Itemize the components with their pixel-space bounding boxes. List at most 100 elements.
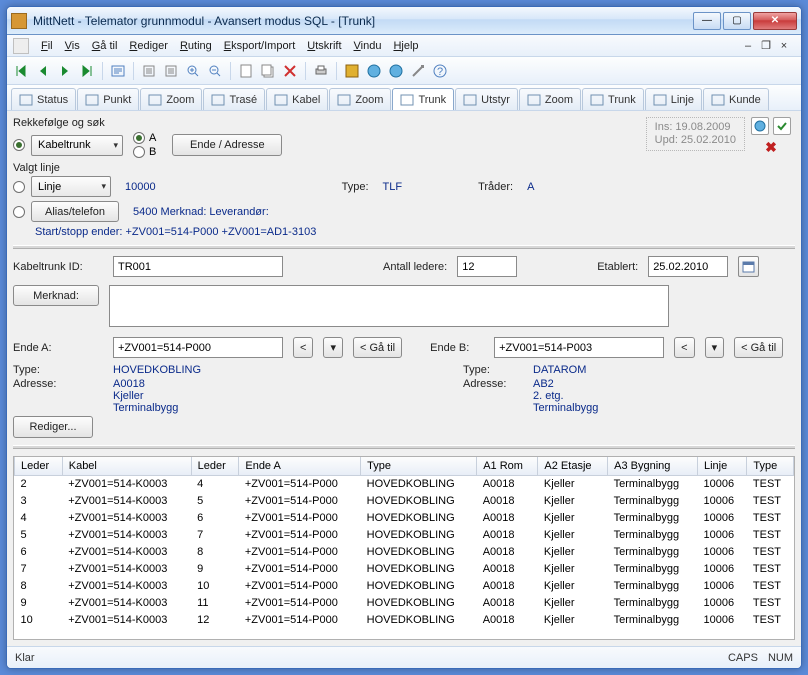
tab-trunk-6[interactable]: Trunk bbox=[392, 88, 454, 111]
linje-combo[interactable]: Linje bbox=[31, 176, 111, 197]
typeb-value: DATAROM bbox=[533, 364, 586, 376]
splitter-2[interactable] bbox=[13, 445, 795, 449]
zoom-in-icon[interactable] bbox=[183, 61, 203, 81]
close-button[interactable]: ✕ bbox=[753, 12, 797, 30]
new-icon[interactable] bbox=[236, 61, 256, 81]
endeb-goto-button[interactable]: < Gå til bbox=[734, 337, 783, 358]
calendar-icon[interactable] bbox=[738, 256, 759, 277]
endea-prev-button[interactable]: < bbox=[293, 337, 313, 358]
list2-icon[interactable] bbox=[161, 61, 181, 81]
menu-fil[interactable]: Fil bbox=[35, 38, 59, 54]
order-combo[interactable]: Kabeltrunk bbox=[31, 135, 123, 156]
delete-icon[interactable] bbox=[280, 61, 300, 81]
table-row[interactable]: 8+ZV001=514-K000310+ZV001=514-P000HOVEDK… bbox=[15, 578, 794, 595]
globe1-icon[interactable] bbox=[342, 61, 362, 81]
nav-next-icon[interactable] bbox=[55, 61, 75, 81]
table-row[interactable]: 3+ZV001=514-K00035+ZV001=514-P000HOVEDKO… bbox=[15, 493, 794, 510]
globe3-icon[interactable] bbox=[386, 61, 406, 81]
tab-kabel-4[interactable]: Kabel bbox=[266, 88, 328, 110]
ende-adresse-button[interactable]: Ende / Adresse bbox=[172, 134, 282, 156]
col-ende-a[interactable]: Ende A bbox=[239, 457, 361, 476]
table-row[interactable]: 2+ZV001=514-K00034+ZV001=514-P000HOVEDKO… bbox=[15, 476, 794, 493]
endeb-prev-button[interactable]: < bbox=[674, 337, 694, 358]
nav-last-icon[interactable] bbox=[77, 61, 97, 81]
mdi-restore-icon[interactable]: ❐ bbox=[759, 40, 773, 52]
col-a2-etasje[interactable]: A2 Etasje bbox=[538, 457, 608, 476]
menu-rediger[interactable]: Rediger bbox=[123, 38, 174, 54]
tab-punkt-1[interactable]: Punkt bbox=[77, 88, 139, 110]
table-row[interactable]: 6+ZV001=514-K00038+ZV001=514-P000HOVEDKO… bbox=[15, 544, 794, 561]
maximize-button[interactable]: ▢ bbox=[723, 12, 751, 30]
table-row[interactable]: 5+ZV001=514-K00037+ZV001=514-P000HOVEDKO… bbox=[15, 527, 794, 544]
tab-kunde-11[interactable]: Kunde bbox=[703, 88, 769, 110]
typea-label: Type: bbox=[13, 364, 103, 376]
tab-utstyr-7[interactable]: Utstyr bbox=[455, 88, 518, 110]
splitter-1[interactable] bbox=[13, 245, 795, 249]
copy-icon[interactable] bbox=[258, 61, 278, 81]
menu-utskrift[interactable]: Utskrift bbox=[301, 38, 347, 54]
table-row[interactable]: 7+ZV001=514-K00039+ZV001=514-P000HOVEDKO… bbox=[15, 561, 794, 578]
print-icon[interactable] bbox=[311, 61, 331, 81]
menu-ruting[interactable]: Ruting bbox=[174, 38, 218, 54]
table-row[interactable]: 10+ZV001=514-K000312+ZV001=514-P000HOVED… bbox=[15, 612, 794, 629]
endeb-drop-button[interactable]: ▾ bbox=[705, 337, 725, 358]
opt-b-radio[interactable] bbox=[133, 146, 145, 158]
tab-zoom-5[interactable]: Zoom bbox=[329, 88, 391, 110]
col-type[interactable]: Type bbox=[747, 457, 794, 476]
zoom-out-icon[interactable] bbox=[205, 61, 225, 81]
menu-vindu[interactable]: Vindu bbox=[348, 38, 388, 54]
tab-status-0[interactable]: Status bbox=[11, 88, 76, 110]
endea-drop-button[interactable]: ▾ bbox=[323, 337, 343, 358]
data-table[interactable]: LederKabelLederEnde ATypeA1 RomA2 Etasje… bbox=[13, 456, 795, 640]
menu-vis[interactable]: Vis bbox=[59, 38, 86, 54]
minimize-button[interactable]: — bbox=[693, 12, 721, 30]
nav-prev-icon[interactable] bbox=[33, 61, 53, 81]
nav-first-icon[interactable] bbox=[11, 61, 31, 81]
col-a1-rom[interactable]: A1 Rom bbox=[477, 457, 538, 476]
clear-x-icon[interactable]: ✖ bbox=[765, 139, 777, 156]
order-radio[interactable] bbox=[13, 139, 25, 151]
mdi-close-icon[interactable]: × bbox=[777, 40, 791, 52]
rediger-button[interactable]: Rediger... bbox=[13, 416, 93, 438]
help-icon[interactable]: ? bbox=[430, 61, 450, 81]
table-row[interactable]: 4+ZV001=514-K00036+ZV001=514-P000HOVEDKO… bbox=[15, 510, 794, 527]
alias-button[interactable]: Alias/telefon bbox=[31, 201, 119, 222]
col-leder[interactable]: Leder bbox=[191, 457, 239, 476]
table-row[interactable]: 9+ZV001=514-K000311+ZV001=514-P000HOVEDK… bbox=[15, 595, 794, 612]
startstopp-value: Start/stopp ender: +ZV001=514-P000 +ZV00… bbox=[35, 226, 316, 238]
tab-trunk-9[interactable]: Trunk bbox=[582, 88, 644, 110]
merknad-input[interactable] bbox=[109, 285, 669, 327]
mdi-minimize-icon[interactable]: – bbox=[741, 40, 755, 52]
tab-linje-10[interactable]: Linje bbox=[645, 88, 702, 110]
globe-small-icon[interactable] bbox=[751, 117, 769, 135]
opt-a-radio[interactable] bbox=[133, 132, 145, 144]
menu-hjelp[interactable]: Hjelp bbox=[387, 38, 424, 54]
etab-input[interactable] bbox=[648, 256, 728, 277]
tabbar: StatusPunktZoomTraséKabelZoomTrunkUtstyr… bbox=[7, 85, 801, 111]
menu-eksport/import[interactable]: Eksport/Import bbox=[218, 38, 302, 54]
endea-goto-button[interactable]: < Gå til bbox=[353, 337, 402, 358]
endea-input[interactable] bbox=[113, 337, 283, 358]
col-kabel[interactable]: Kabel bbox=[62, 457, 191, 476]
antall-input[interactable] bbox=[457, 256, 517, 277]
col-linje[interactable]: Linje bbox=[697, 457, 746, 476]
linje-radio[interactable] bbox=[13, 181, 25, 193]
tools-icon[interactable] bbox=[408, 61, 428, 81]
alias-radio[interactable] bbox=[13, 206, 25, 218]
find-icon[interactable] bbox=[108, 61, 128, 81]
col-leder[interactable]: Leder bbox=[15, 457, 63, 476]
globe2-icon[interactable] bbox=[364, 61, 384, 81]
list1-icon[interactable] bbox=[139, 61, 159, 81]
endeb-input[interactable] bbox=[494, 337, 664, 358]
check-small-icon[interactable] bbox=[773, 117, 791, 135]
tab-zoom-2[interactable]: Zoom bbox=[140, 88, 202, 110]
merknad-button[interactable]: Merknad: bbox=[13, 285, 99, 306]
id-input[interactable] bbox=[113, 256, 283, 277]
adra-label: Adresse: bbox=[13, 378, 103, 390]
tab-zoom-8[interactable]: Zoom bbox=[519, 88, 581, 110]
tab-trasé-3[interactable]: Trasé bbox=[203, 88, 265, 110]
status-text: Klar bbox=[15, 652, 35, 664]
col-type[interactable]: Type bbox=[361, 457, 477, 476]
menu-gå til[interactable]: Gå til bbox=[86, 38, 124, 54]
col-a3-bygning[interactable]: A3 Bygning bbox=[608, 457, 698, 476]
